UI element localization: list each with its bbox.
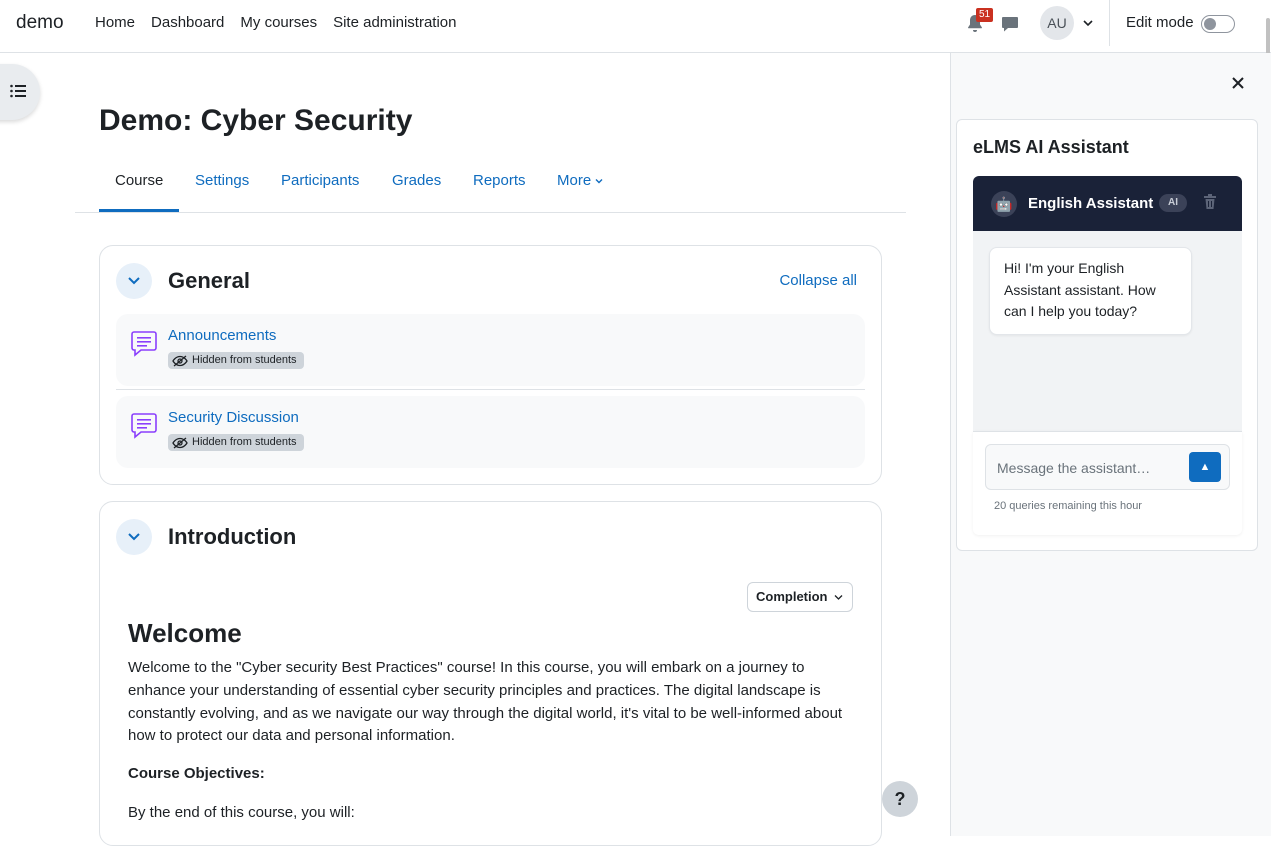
hidden-from-students-badge: Hidden from students: [168, 434, 304, 451]
nav-site-administration[interactable]: Site administration: [333, 14, 456, 31]
activity-item: Security Discussion Hidden from students: [116, 396, 865, 468]
chevron-down-icon[interactable]: [1082, 17, 1094, 29]
chevron-down-icon: [128, 533, 140, 541]
tab-settings[interactable]: Settings: [195, 172, 249, 189]
badge-label: Hidden from students: [192, 436, 297, 448]
scrollbar-thumb[interactable]: [1266, 18, 1270, 56]
chat-message-input[interactable]: [986, 445, 1194, 491]
primary-navigation: Home Dashboard My courses Site administr…: [95, 14, 457, 31]
activity-item: Announcements Hidden from students: [116, 314, 865, 386]
course-secondary-nav: Course Settings Participants Grades Repo…: [75, 158, 906, 213]
chat-messages: Hi! I'm your English Assistant assistant…: [973, 231, 1242, 431]
close-icon[interactable]: [1231, 76, 1245, 90]
activity-link-security-discussion[interactable]: Security Discussion: [168, 409, 299, 426]
page-title: Demo: Cyber Security: [99, 104, 413, 137]
queries-remaining-text: 20 queries remaining this hour: [994, 500, 1142, 512]
eye-slash-icon: [172, 355, 188, 366]
course-index-toggle[interactable]: [0, 64, 40, 120]
chevron-down-icon: [128, 277, 140, 285]
chat-input-wrapper: ▲: [985, 444, 1230, 491]
section-title: Introduction: [168, 524, 297, 549]
eye-slash-icon: [172, 437, 188, 448]
ai-assistant-title: eLMS AI Assistant: [973, 137, 1129, 157]
tab-course[interactable]: Course: [115, 172, 163, 189]
site-brand[interactable]: demo: [16, 12, 64, 34]
edit-mode-label: Edit mode: [1126, 14, 1194, 31]
objectives-intro-text: By the end of this course, you will:: [128, 804, 355, 821]
chevron-down-icon: [595, 179, 603, 184]
chat-header: 🤖 English Assistant AI: [973, 176, 1242, 231]
robot-icon: 🤖: [991, 191, 1017, 217]
hidden-from-students-badge: Hidden from students: [168, 352, 304, 369]
assistant-name: English Assistant: [1028, 195, 1154, 212]
active-tab-indicator: [99, 209, 179, 212]
activity-divider: [116, 389, 865, 390]
chevron-down-icon: [834, 595, 843, 600]
navbar-divider: [1109, 0, 1110, 46]
user-avatar[interactable]: AU: [1040, 6, 1074, 40]
forum-icon: [131, 331, 157, 357]
section-collapse-button[interactable]: [116, 263, 152, 299]
section-introduction: Introduction Completion Welcome Welcome …: [99, 501, 882, 846]
send-button[interactable]: ▲: [1189, 452, 1221, 482]
trash-icon[interactable]: [1203, 194, 1217, 210]
objectives-heading: Course Objectives:: [128, 765, 265, 782]
activity-link-announcements[interactable]: Announcements: [168, 327, 276, 344]
tab-more-label: More: [557, 172, 592, 189]
welcome-heading: Welcome: [128, 618, 242, 648]
tab-reports[interactable]: Reports: [473, 172, 526, 189]
edit-mode-toggle[interactable]: [1201, 15, 1235, 33]
chat-footer: ▲ 20 queries remaining this hour: [973, 431, 1242, 535]
forum-icon: [131, 413, 157, 439]
welcome-paragraph: Welcome to the "Cyber security Best Prac…: [128, 659, 843, 745]
assistant-message: Hi! I'm your English Assistant assistant…: [989, 247, 1192, 335]
badge-label: Hidden from students: [192, 354, 297, 366]
ai-badge: AI: [1159, 194, 1187, 212]
help-button[interactable]: ?: [882, 781, 918, 817]
tab-participants[interactable]: Participants: [281, 172, 359, 189]
collapse-all-link[interactable]: Collapse all: [779, 272, 857, 289]
nav-home[interactable]: Home: [95, 14, 135, 31]
completion-label: Completion: [756, 589, 828, 604]
completion-dropdown[interactable]: Completion: [747, 582, 853, 612]
list-icon: [10, 84, 26, 98]
tab-more[interactable]: More: [557, 172, 604, 189]
nav-dashboard[interactable]: Dashboard: [151, 14, 224, 31]
messages-icon[interactable]: [1001, 15, 1019, 33]
tab-grades[interactable]: Grades: [392, 172, 441, 189]
section-title: General: [168, 268, 250, 293]
notification-count-badge: 51: [976, 8, 994, 22]
nav-my-courses[interactable]: My courses: [240, 14, 317, 31]
top-navbar: demo Home Dashboard My courses Site admi…: [0, 0, 1271, 53]
section-general: General Collapse all Announcements Hidde…: [99, 245, 882, 485]
section-collapse-button[interactable]: [116, 519, 152, 555]
